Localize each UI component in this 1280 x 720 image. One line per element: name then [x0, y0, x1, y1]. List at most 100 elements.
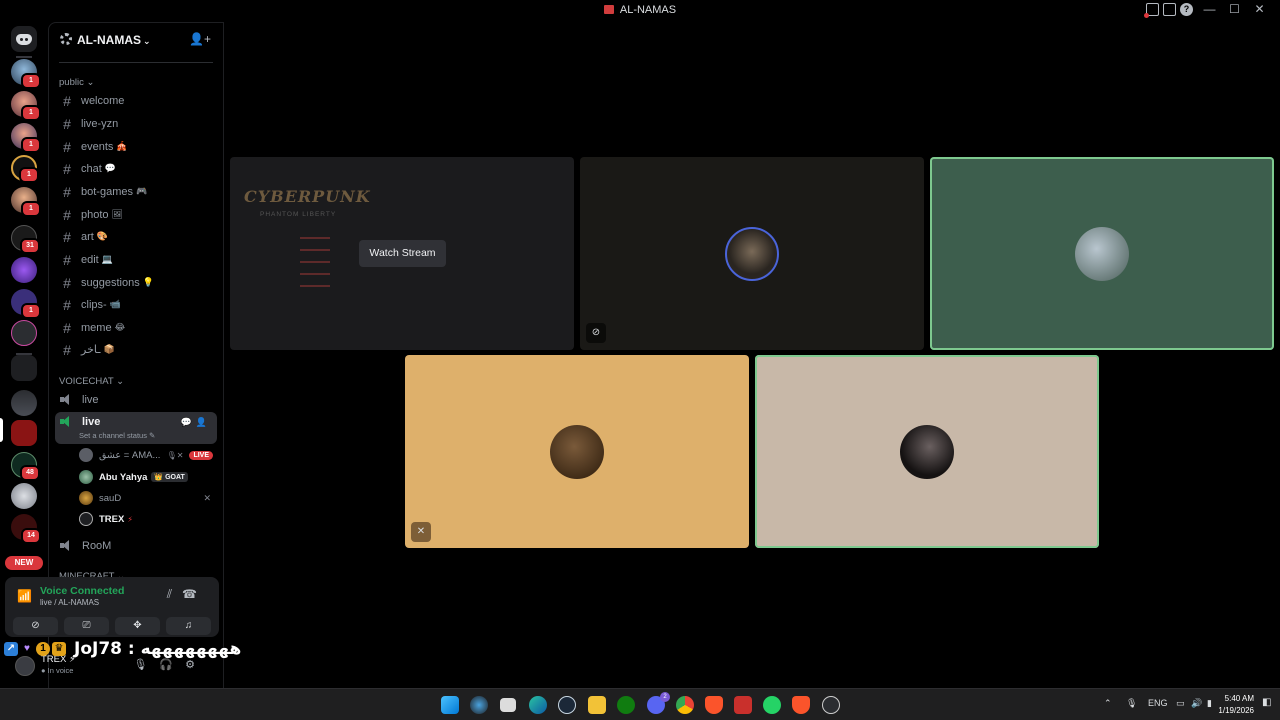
discord-taskbar-icon[interactable]: 2	[647, 692, 670, 714]
server-icon[interactable]: 1	[11, 91, 41, 121]
server-icon[interactable]	[11, 257, 37, 283]
noise-suppression-icon[interactable]: ⫽	[167, 587, 182, 601]
minimize-button[interactable]: —	[1197, 2, 1222, 16]
title-bar: AL-NAMAS ? — ☐ ✕	[0, 0, 1280, 22]
network-icon[interactable]: ▭	[1176, 698, 1185, 709]
gear-icon[interactable]: ⚙	[185, 659, 207, 671]
battery-icon[interactable]: ▮	[1207, 698, 1212, 709]
server-icon[interactable]: 1	[11, 289, 41, 319]
channel-art[interactable]: # art 🎨	[55, 226, 217, 247]
language-indicator[interactable]: ENG	[1148, 698, 1168, 708]
hash-icon: #	[63, 206, 71, 223]
activities-button[interactable]: ✥	[115, 617, 160, 635]
server-icon[interactable]	[11, 320, 37, 346]
chat-and-invite-icons[interactable]: 💬👤	[181, 417, 211, 428]
video-tile[interactable]: ⊘	[580, 157, 924, 350]
microphone-icon[interactable]: 🎙	[1126, 698, 1137, 709]
signal-icon[interactable]: 📶	[17, 589, 32, 603]
watch-stream-button[interactable]: Watch Stream	[359, 240, 446, 267]
windows-start-icon[interactable]	[441, 696, 459, 714]
close-button[interactable]: ✕	[1247, 2, 1272, 16]
voice-user[interactable]: Abu Yahya 👑 GOAT	[79, 467, 217, 487]
disconnect-icon[interactable]: ☎	[182, 587, 207, 601]
task-view-icon[interactable]	[500, 698, 516, 712]
category-voicechat[interactable]: VOICECHAT ⌄	[59, 376, 124, 387]
wevideo-icon[interactable]	[734, 696, 752, 714]
file-explorer-icon[interactable]	[588, 696, 606, 714]
edge-icon[interactable]	[529, 696, 547, 714]
channel-clips[interactable]: # clips- 📹	[55, 294, 217, 315]
voice-connected-subtitle[interactable]: live / AL-NAMAS	[40, 598, 99, 607]
soundboard-button[interactable]: ♫	[166, 617, 211, 635]
server-icon[interactable]	[11, 483, 37, 509]
help-icon[interactable]: ?	[1180, 3, 1193, 16]
brave-icon[interactable]	[705, 696, 723, 714]
microphone-icon[interactable]: 🎙	[133, 659, 159, 671]
voice-channel-room[interactable]: RooM	[55, 535, 217, 556]
channel-photo[interactable]: # photo 🖼	[55, 204, 217, 225]
goat-tag: 👑 GOAT	[151, 472, 188, 482]
channel-other[interactable]: # ـاخر 📦	[55, 339, 217, 360]
server-icon[interactable]	[11, 390, 37, 416]
channel-welcome[interactable]: # welcome	[55, 90, 217, 111]
maximize-button[interactable]: ☐	[1222, 2, 1247, 16]
steam-icon[interactable]	[558, 696, 576, 714]
notification-icon[interactable]: ◧	[1262, 697, 1271, 708]
voice-channel-live-active[interactable]: live Set a channel status ✎ 💬👤	[55, 412, 217, 444]
server-icon[interactable]: 31	[11, 225, 40, 254]
search-icon[interactable]	[470, 696, 488, 714]
server-icon[interactable]: 14	[11, 514, 41, 544]
hash-icon: #	[63, 251, 71, 268]
category-public[interactable]: public ⌄	[59, 77, 94, 88]
channel-meme[interactable]: # meme 😂	[55, 317, 217, 338]
stream-tile[interactable]: CYBERPUNK PHANTOM LIBERTY Watch Stream	[230, 157, 574, 350]
home-button[interactable]	[11, 26, 37, 52]
channel-chat[interactable]: # chat 💬	[55, 158, 217, 179]
xbox-icon[interactable]	[617, 696, 635, 714]
camera-off-button[interactable]: ⊘	[13, 617, 58, 635]
avatar[interactable]	[15, 656, 35, 676]
hash-icon: #	[63, 274, 71, 291]
channel-live-yzn[interactable]: # live-yzn	[55, 113, 217, 134]
guild-name: AL-NAMAS ⌄	[77, 33, 151, 47]
voice-user[interactable]: TREX ⚡	[79, 509, 217, 529]
brave-beta-icon[interactable]	[792, 696, 810, 714]
folder-icon[interactable]	[11, 355, 37, 381]
voice-user[interactable]: sauD ✕	[79, 488, 217, 508]
stream-preview-subtitle: PHANTOM LIBERTY	[260, 211, 337, 218]
server-icon[interactable]	[11, 420, 37, 446]
channel-status[interactable]: Set a channel status ✎	[79, 431, 155, 440]
avatar	[79, 491, 93, 505]
new-badge[interactable]: NEW	[5, 556, 43, 570]
server-icon[interactable]: 1	[11, 155, 39, 183]
video-tile[interactable]: ✕	[405, 355, 749, 548]
clock[interactable]: 5:40 AM 1/19/2026	[1218, 693, 1254, 717]
server-icon[interactable]: 1	[11, 59, 41, 89]
voice-channel-live[interactable]: live	[55, 389, 217, 410]
voice-user[interactable]: عشق = AMA... 🎙✕ LIVE	[79, 445, 217, 465]
volume-icon[interactable]: 🔊	[1191, 698, 1202, 709]
voice-connected-title[interactable]: Voice Connected	[40, 585, 124, 597]
chevron-up-icon[interactable]: ⌃	[1104, 698, 1112, 709]
arrow-icon: ↗	[4, 642, 18, 656]
video-tile-speaking[interactable]	[930, 157, 1274, 350]
server-icon[interactable]: 1	[11, 123, 41, 153]
screen-icon[interactable]	[1163, 3, 1176, 16]
server-icon[interactable]: 48	[11, 452, 40, 481]
inbox-icon[interactable]	[1144, 3, 1159, 18]
channel-edit[interactable]: # edit 💻	[55, 249, 217, 270]
channel-events[interactable]: # events 🎪	[55, 136, 217, 157]
channel-suggestions[interactable]: # suggestions 💡	[55, 272, 217, 293]
guild-header[interactable]: AL-NAMAS ⌄ 👤+	[49, 23, 225, 57]
chat-overlay: ↗ ♥ 1 ♛ JoJ78 : ههههههههه	[4, 639, 241, 659]
chrome-icon[interactable]	[676, 696, 694, 714]
headphones-icon[interactable]: 🎧	[159, 659, 185, 671]
whatsapp-icon[interactable]: 9+	[763, 696, 781, 714]
video-tile-speaking[interactable]	[755, 355, 1099, 548]
screen-share-button[interactable]: ⎚	[64, 617, 109, 635]
server-icon[interactable]: 1	[11, 187, 41, 217]
channel-bot-games[interactable]: # bot-games 🎮	[55, 181, 217, 202]
invite-icon[interactable]: 👤+	[189, 32, 211, 46]
obs-icon[interactable]	[822, 696, 840, 714]
server-icon	[603, 5, 614, 14]
